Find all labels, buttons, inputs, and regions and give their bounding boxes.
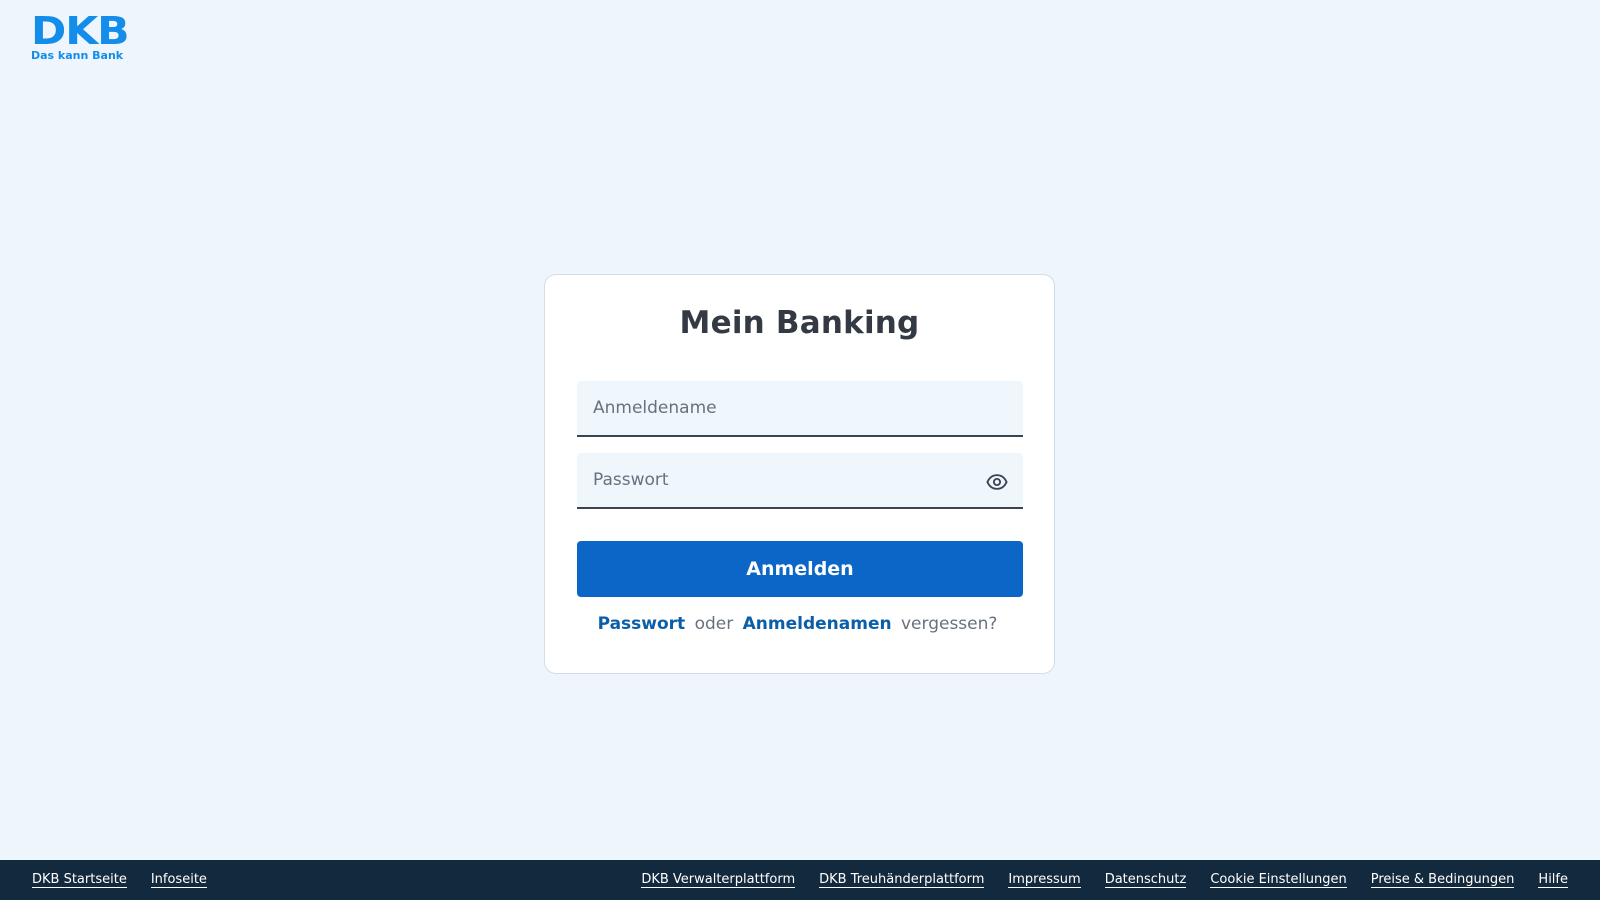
forgot-credentials: Passwort oder Anmeldenamen vergessen? [545, 614, 1054, 634]
logo-mark: DKB [31, 9, 130, 53]
forgot-username-link[interactable]: Anmeldenamen [743, 614, 892, 634]
dkb-logo[interactable]: DKB Das kann Bank [31, 12, 130, 62]
password-input[interactable] [577, 453, 1023, 507]
footer-link-datenschutz[interactable]: Datenschutz [1104, 872, 1187, 888]
page-title: Mein Banking [679, 305, 920, 341]
footer-link-dkb-startseite[interactable]: DKB Startseite [32, 872, 127, 888]
forgot-or-text: oder [694, 614, 734, 634]
footer-link-hilfe[interactable]: Hilfe [1538, 872, 1568, 888]
login-page: DKB Das kann Bank Mein Banking Anmelden … [0, 0, 1600, 900]
eye-icon[interactable] [985, 470, 1009, 494]
footer-left-links: DKB Startseite Infoseite [32, 872, 207, 888]
footer-link-infoseite[interactable]: Infoseite [150, 872, 207, 888]
footer-link-treuhaenderplattform[interactable]: DKB Treuhänderplattform [819, 872, 985, 888]
footer-link-impressum[interactable]: Impressum [1008, 872, 1081, 888]
footer: DKB Startseite Infoseite DKB Verwalterpl… [0, 860, 1600, 900]
footer-right-links: DKB Verwalterplattform DKB Treuhänderpla… [641, 872, 1568, 888]
username-field [577, 381, 1023, 437]
footer-link-preise-bedingungen[interactable]: Preise & Bedingungen [1370, 872, 1515, 888]
footer-link-cookie-einstellungen[interactable]: Cookie Einstellungen [1210, 872, 1347, 888]
username-input[interactable] [577, 381, 1023, 435]
login-button[interactable]: Anmelden [577, 541, 1023, 597]
forgot-suffix-text: vergessen? [900, 614, 998, 634]
forgot-password-link[interactable]: Passwort [598, 614, 686, 634]
footer-link-verwalterplattform[interactable]: DKB Verwalterplattform [641, 872, 796, 888]
password-field [577, 453, 1023, 509]
login-card: Mein Banking Anmelden Passwort oder Anme… [544, 274, 1055, 674]
